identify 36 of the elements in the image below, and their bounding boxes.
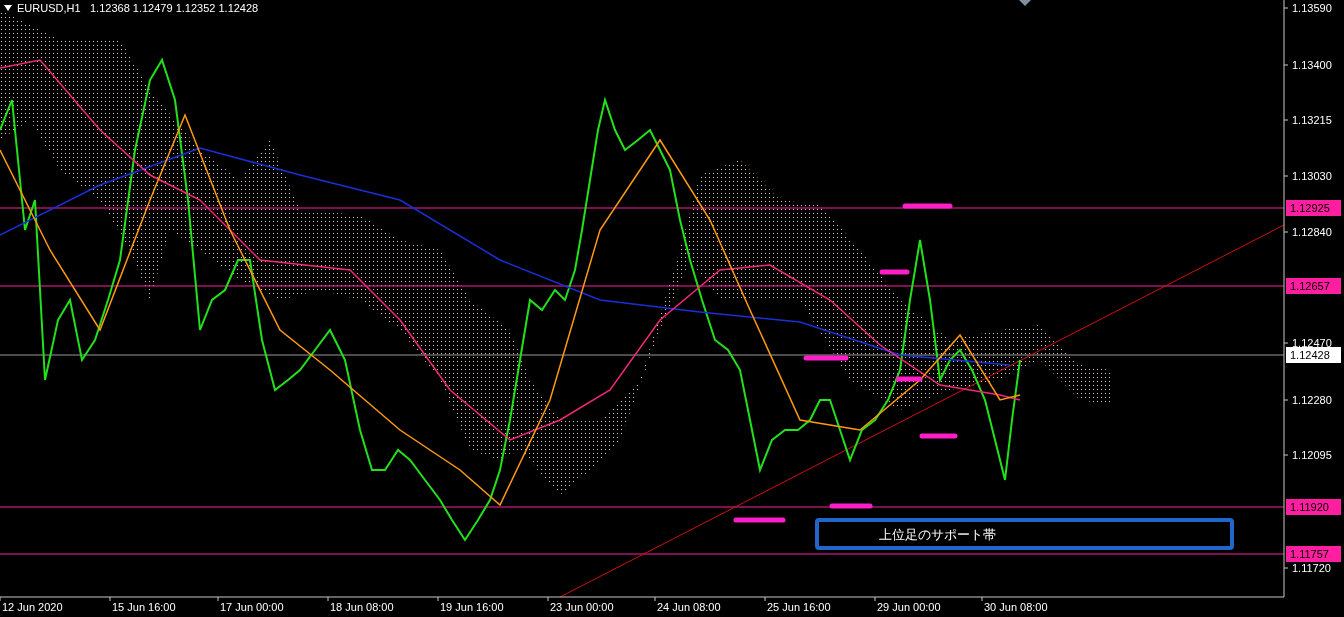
- time-axis-label: 24 Jun 08:00: [657, 601, 721, 613]
- level-marker: [895, 376, 923, 382]
- price-axis-label: 1.13400: [1292, 59, 1332, 71]
- price-axis-label: 1.11720: [1292, 562, 1331, 574]
- ohlc-values: 1.12368 1.12479 1.12352 1.12428: [90, 2, 259, 14]
- level-marker: [902, 203, 953, 209]
- time-axis-label: 25 Jun 16:00: [767, 601, 831, 613]
- time-axis-label: 29 Jun 00:00: [877, 601, 941, 613]
- price-axis-label: 1.13215: [1292, 114, 1332, 126]
- price-axis-label: 1.12840: [1292, 226, 1332, 238]
- time-axis-label: 17 Jun 00:00: [220, 601, 284, 613]
- time-axis-label: 19 Jun 16:00: [440, 601, 504, 613]
- level-marker: [829, 503, 873, 509]
- price-level-tag: 1.12925: [1286, 200, 1341, 216]
- time-axis-label: 23 Jun 00:00: [550, 601, 614, 613]
- price-level-tag: 1.11920: [1286, 499, 1341, 515]
- chart-symbol-title: EURUSD,H1: [17, 2, 81, 14]
- price-axis-label: 1.13030: [1292, 170, 1332, 182]
- price-axis-label: 1.12470: [1292, 337, 1332, 349]
- price-axis-label: 1.13590: [1292, 2, 1332, 14]
- price-axis-label: 1.12280: [1292, 394, 1332, 406]
- level-marker: [919, 433, 958, 439]
- level-marker: [733, 517, 786, 523]
- time-axis-label: 12 Jun 2020: [2, 601, 63, 613]
- level-marker: [803, 355, 849, 361]
- annotation-text: 上位足のサポート帯: [879, 527, 996, 542]
- price-level-tag: 1.12428: [1286, 347, 1341, 363]
- shift-marker-icon[interactable]: [1019, 0, 1031, 6]
- time-axis-label: 18 Jun 08:00: [330, 601, 394, 613]
- level-marker: [879, 269, 910, 275]
- time-axis-label: 30 Jun 08:00: [984, 601, 1048, 613]
- price-level-tag: 1.12657: [1286, 278, 1341, 294]
- price-level-tag: 1.11757: [1286, 546, 1341, 562]
- collapse-triangle-icon[interactable]: [4, 5, 12, 11]
- time-axis-label: 15 Jun 16:00: [112, 601, 176, 613]
- price-axis-label: 1.12095: [1292, 449, 1332, 461]
